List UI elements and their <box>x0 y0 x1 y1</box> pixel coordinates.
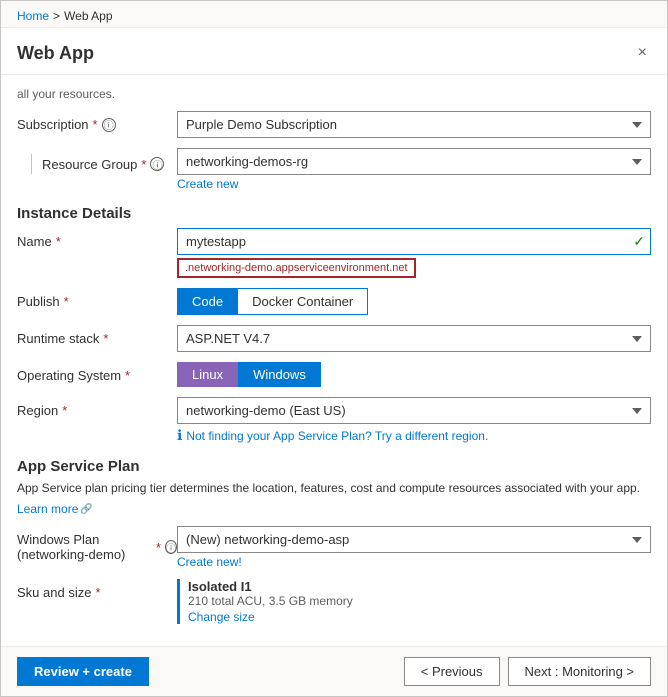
os-row: Operating System * Linux Windows <box>17 362 651 387</box>
windows-plan-info-icon[interactable]: ⓘ <box>165 540 177 554</box>
close-button[interactable]: × <box>634 40 651 66</box>
resource-group-control: networking-demos-rg Create new <box>177 148 651 191</box>
os-windows-button[interactable]: Windows <box>238 362 321 387</box>
resource-group-row: Resource Group * ⓘ networking-demos-rg C… <box>17 148 651 191</box>
name-input[interactable] <box>177 228 651 255</box>
subscription-required: * <box>93 117 98 132</box>
name-input-wrapper: ✓ <box>177 228 651 255</box>
windows-plan-row: Windows Plan (networking-demo) * ⓘ (New)… <box>17 526 651 569</box>
os-required: * <box>125 368 130 383</box>
publish-row: Publish * Code Docker Container <box>17 288 651 315</box>
publish-toggle: Code Docker Container <box>177 288 651 315</box>
check-icon: ✓ <box>633 233 645 250</box>
runtime-required: * <box>103 331 108 346</box>
breadcrumb-current: Web App <box>64 9 112 23</box>
windows-plan-select[interactable]: (New) networking-demo-asp <box>177 526 651 553</box>
rg-info-icon[interactable]: ⓘ <box>150 157 164 171</box>
rg-required: * <box>141 157 146 172</box>
region-control: networking-demo (East US) ℹ Not finding … <box>177 397 651 444</box>
region-select[interactable]: networking-demo (East US) <box>177 397 651 424</box>
external-link-icon: 🔗 <box>80 504 92 515</box>
review-create-button[interactable]: Review + create <box>17 657 149 686</box>
region-required: * <box>62 403 67 418</box>
footer-left: Review + create <box>17 657 149 686</box>
subscription-control: Purple Demo Subscription <box>177 111 651 138</box>
dialog-header: Web App × <box>1 28 667 75</box>
dialog-content: all your resources. Subscription * ⓘ Pur… <box>1 75 667 646</box>
windows-plan-label: Windows Plan (networking-demo) * ⓘ <box>17 526 177 562</box>
name-row: Name * ✓ .networking-demo.appserviceenvi… <box>17 228 651 278</box>
name-label: Name * <box>17 228 177 249</box>
region-info-message: ℹ Not finding your App Service Plan? Try… <box>177 427 651 444</box>
sku-label: Sku and size * <box>17 579 177 600</box>
publish-control: Code Docker Container <box>177 288 651 315</box>
app-service-plan-title: App Service Plan <box>17 458 651 475</box>
app-service-plan-desc: App Service plan pricing tier determines… <box>17 481 651 495</box>
rg-create-new-link[interactable]: Create new <box>177 177 238 191</box>
subscription-label: Subscription * ⓘ <box>17 111 177 132</box>
breadcrumb: Home > Web App <box>1 1 667 28</box>
instance-details-title: Instance Details <box>17 205 651 222</box>
scroll-note: all your resources. <box>17 87 651 101</box>
resource-group-select[interactable]: networking-demos-rg <box>177 148 651 175</box>
sku-required: * <box>95 585 100 600</box>
windows-plan-required: * <box>156 540 161 555</box>
subscription-info-icon[interactable]: ⓘ <box>102 118 116 132</box>
os-linux-button[interactable]: Linux <box>177 362 238 387</box>
publish-required: * <box>64 294 69 309</box>
subscription-row: Subscription * ⓘ Purple Demo Subscriptio… <box>17 111 651 138</box>
region-label: Region * <box>17 397 177 418</box>
name-required: * <box>56 234 61 249</box>
footer-right: < Previous Next : Monitoring > <box>404 657 651 686</box>
change-size-link[interactable]: Change size <box>188 610 255 624</box>
name-control: ✓ .networking-demo.appserviceenvironment… <box>177 228 651 278</box>
sku-box: Isolated I1 210 total ACU, 3.5 GB memory… <box>177 579 651 624</box>
sku-control: Isolated I1 210 total ACU, 3.5 GB memory… <box>177 579 651 624</box>
previous-button[interactable]: < Previous <box>404 657 500 686</box>
next-button[interactable]: Next : Monitoring > <box>508 657 651 686</box>
page-title: Web App <box>17 43 94 64</box>
web-app-dialog: Home > Web App Web App × all your resour… <box>0 0 668 697</box>
breadcrumb-sep: > <box>53 9 60 23</box>
region-info-icon: ℹ <box>177 427 182 444</box>
os-toggle: Linux Windows <box>177 362 651 387</box>
resource-group-label: Resource Group * ⓘ <box>17 148 177 174</box>
runtime-stack-control: ASP.NET V4.7 <box>177 325 651 352</box>
sku-row: Sku and size * Isolated I1 210 total ACU… <box>17 579 651 624</box>
runtime-stack-row: Runtime stack * ASP.NET V4.7 <box>17 325 651 352</box>
publish-docker-button[interactable]: Docker Container <box>238 288 368 315</box>
publish-code-button[interactable]: Code <box>177 288 238 315</box>
breadcrumb-home[interactable]: Home <box>17 9 49 23</box>
publish-label: Publish * <box>17 288 177 309</box>
dialog-footer: Review + create < Previous Next : Monito… <box>1 646 667 696</box>
runtime-stack-label: Runtime stack * <box>17 325 177 346</box>
region-row: Region * networking-demo (East US) ℹ Not… <box>17 397 651 444</box>
plan-create-new-link[interactable]: Create new! <box>177 555 242 569</box>
sku-name: Isolated I1 <box>188 579 651 594</box>
subscription-select[interactable]: Purple Demo Subscription <box>177 111 651 138</box>
runtime-stack-select[interactable]: ASP.NET V4.7 <box>177 325 651 352</box>
domain-suffix-badge: .networking-demo.appserviceenvironment.n… <box>177 258 416 278</box>
os-control: Linux Windows <box>177 362 651 387</box>
learn-more-link[interactable]: Learn more 🔗 <box>17 502 93 516</box>
sku-details: 210 total ACU, 3.5 GB memory <box>188 594 651 608</box>
windows-plan-control: (New) networking-demo-asp Create new! <box>177 526 651 569</box>
os-label: Operating System * <box>17 362 177 383</box>
